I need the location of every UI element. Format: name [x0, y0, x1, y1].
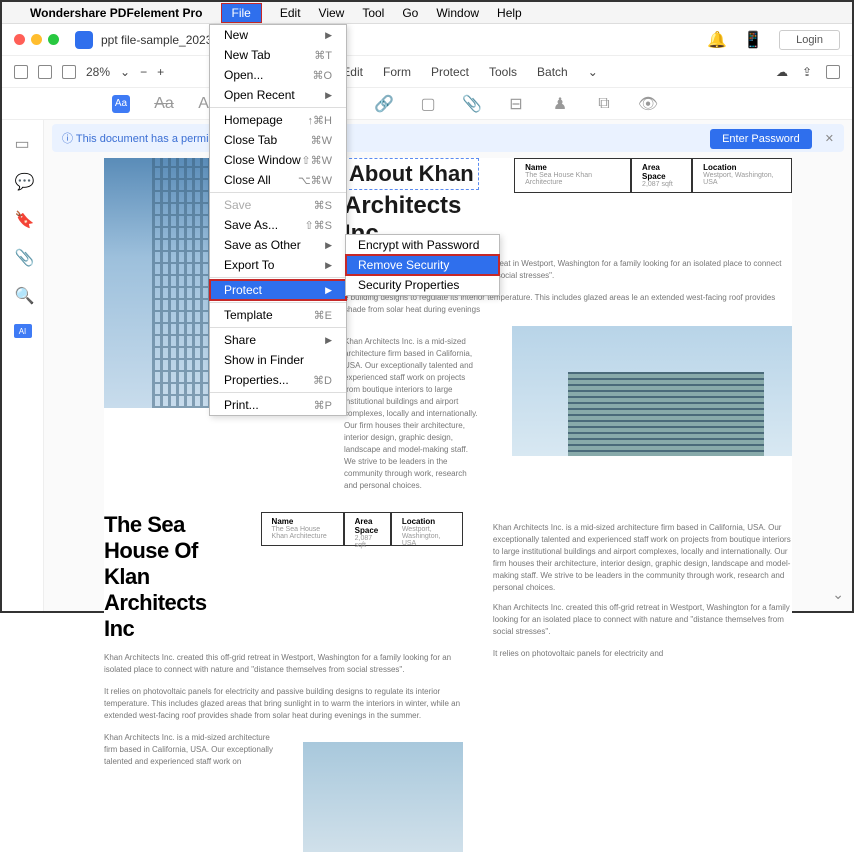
left-sidebar: ▭ 💬 🔖 📎 🔍 AI — [2, 120, 44, 611]
document-tab[interactable]: ppt file-sample_2023_0 — [101, 33, 699, 47]
document-canvas: ⓘ This document has a permission pa Ente… — [44, 120, 852, 611]
heading-line-1: About Khan — [344, 158, 479, 190]
permission-bar: ⓘ This document has a permission pa Ente… — [52, 124, 844, 152]
ai-badge[interactable]: AI — [14, 324, 32, 338]
enter-password-button[interactable]: Enter Password — [710, 129, 812, 149]
login-button[interactable]: Login — [779, 30, 840, 50]
menu-item-share[interactable]: Share▶ — [210, 330, 346, 350]
bell-icon[interactable]: 🔔 — [707, 30, 727, 50]
attachment-icon[interactable]: 📎 — [15, 248, 31, 264]
comment-icon[interactable]: 💬 — [15, 172, 31, 188]
search-icon[interactable]: 🔍 — [15, 286, 31, 302]
minimize-window-icon[interactable] — [31, 34, 42, 45]
close-icon[interactable]: ✕ — [825, 133, 834, 145]
thumbnail-icon[interactable] — [38, 65, 52, 79]
maximize-window-icon[interactable] — [48, 34, 59, 45]
tab-protect[interactable]: Protect — [431, 65, 469, 79]
menu-item-close-window[interactable]: Close Window⇧⌘W — [210, 150, 346, 170]
heading-2a: The Sea House Of — [104, 512, 231, 564]
panel-icon[interactable] — [826, 65, 840, 79]
menu-item-close-all[interactable]: Close All⌥⌘W — [210, 170, 346, 190]
tab-tools[interactable]: Tools — [489, 65, 517, 79]
view-icon[interactable]: 👁 — [638, 95, 658, 113]
info-table: NameThe Sea House Khan Architecture Area… — [514, 158, 792, 193]
app-toolbar: 28% ⌄ − + Edit Form Protect Tools Batch … — [2, 56, 852, 88]
zoom-in-button[interactable]: + — [157, 65, 164, 79]
submenu-item-encrypt[interactable]: Encrypt with Password — [346, 235, 499, 255]
tab-form[interactable]: Form — [383, 65, 411, 79]
menu-go[interactable]: Go — [402, 6, 418, 20]
page-icon[interactable]: ▭ — [15, 134, 31, 150]
menu-item-close-tab[interactable]: Close Tab⌘W — [210, 130, 346, 150]
info-icon: ⓘ — [62, 133, 73, 145]
menu-item-template[interactable]: Template⌘E — [210, 305, 346, 325]
text-tool-icon[interactable]: Aa — [112, 95, 130, 113]
menu-item-new[interactable]: New▶ — [210, 25, 346, 45]
crop-icon[interactable]: ⧉ — [594, 95, 614, 113]
building-image-2 — [512, 326, 792, 456]
menu-item-show-in-finder[interactable]: Show in Finder — [210, 350, 346, 370]
share-icon[interactable]: ⇪ — [802, 65, 812, 79]
menu-item-new-tab[interactable]: New Tab⌘T — [210, 45, 346, 65]
menu-item-open[interactable]: Open...⌘O — [210, 65, 346, 85]
menu-item-print[interactable]: Print...⌘P — [210, 395, 346, 415]
cloud-icon[interactable]: ☁ — [776, 65, 788, 79]
chevron-down-icon[interactable]: ⌄ — [120, 65, 130, 79]
stamp-icon[interactable]: ♟ — [550, 95, 570, 113]
zoom-value[interactable]: 28% — [86, 65, 110, 79]
strikethrough-icon[interactable]: Aa — [154, 95, 174, 113]
menu-edit[interactable]: Edit — [280, 6, 301, 20]
menu-item-homepage[interactable]: Homepage↑⌘H — [210, 110, 346, 130]
menu-view[interactable]: View — [319, 6, 345, 20]
menu-item-save-as[interactable]: Save As...⇧⌘S — [210, 215, 346, 235]
tab-batch[interactable]: Batch — [537, 65, 568, 79]
window-titlebar: ppt file-sample_2023_0 🔔 📱 Login — [2, 24, 852, 56]
menu-item-properties[interactable]: Properties...⌘D — [210, 370, 346, 390]
scroll-down-icon[interactable]: ⌄ — [832, 586, 844, 603]
menu-item-export-to[interactable]: Export To▶ — [210, 255, 346, 275]
traffic-lights — [14, 34, 59, 45]
app-name: Wondershare PDFelement Pro — [30, 6, 203, 20]
close-window-icon[interactable] — [14, 34, 25, 45]
grid-icon[interactable] — [62, 65, 76, 79]
protect-submenu: Encrypt with Password Remove Security Se… — [345, 234, 500, 296]
zoom-out-button[interactable]: − — [140, 65, 147, 79]
attachment-icon[interactable]: 📎 — [462, 95, 482, 113]
menu-item-protect[interactable]: Protect▶ — [210, 280, 346, 300]
link-icon[interactable]: 🔗 — [374, 95, 394, 113]
app-icon — [75, 31, 93, 49]
submenu-item-security-properties[interactable]: Security Properties — [346, 275, 499, 295]
rect-icon[interactable]: ▢ — [418, 95, 438, 113]
body-p3: Khan Architects Inc. is a mid-sized arch… — [344, 336, 481, 492]
submenu-item-remove-security[interactable]: Remove Security — [346, 255, 499, 275]
bookmark-icon[interactable]: 🔖 — [15, 210, 31, 226]
menu-window[interactable]: Window — [436, 6, 479, 20]
menu-tool[interactable]: Tool — [362, 6, 384, 20]
info-table-2: NameThe Sea House Khan Architecture Area… — [261, 512, 463, 546]
mac-menubar: Wondershare PDFelement Pro File Edit Vie… — [2, 2, 852, 24]
file-menu-dropdown: New▶ New Tab⌘T Open...⌘O Open Recent▶ Ho… — [209, 24, 347, 416]
menu-help[interactable]: Help — [497, 6, 522, 20]
ribbon: Aa Aa Aa T̲ ≡ ▭ 🔗 ▢ 📎 ⊟ ♟ ⧉ 👁 — [2, 88, 852, 120]
mobile-icon[interactable]: 📱 — [743, 30, 763, 50]
chevron-down-icon[interactable]: ⌄ — [588, 65, 598, 79]
menu-item-open-recent[interactable]: Open Recent▶ — [210, 85, 346, 105]
sidebar-toggle-icon[interactable] — [14, 65, 28, 79]
header-icon[interactable]: ⊟ — [506, 95, 526, 113]
menu-file[interactable]: File — [221, 3, 262, 23]
menu-item-save-as-other[interactable]: Save as Other▶ — [210, 235, 346, 255]
building-image-3 — [303, 742, 463, 852]
heading-2b: Klan Architects Inc — [104, 564, 231, 642]
menu-item-save: Save⌘S — [210, 195, 346, 215]
